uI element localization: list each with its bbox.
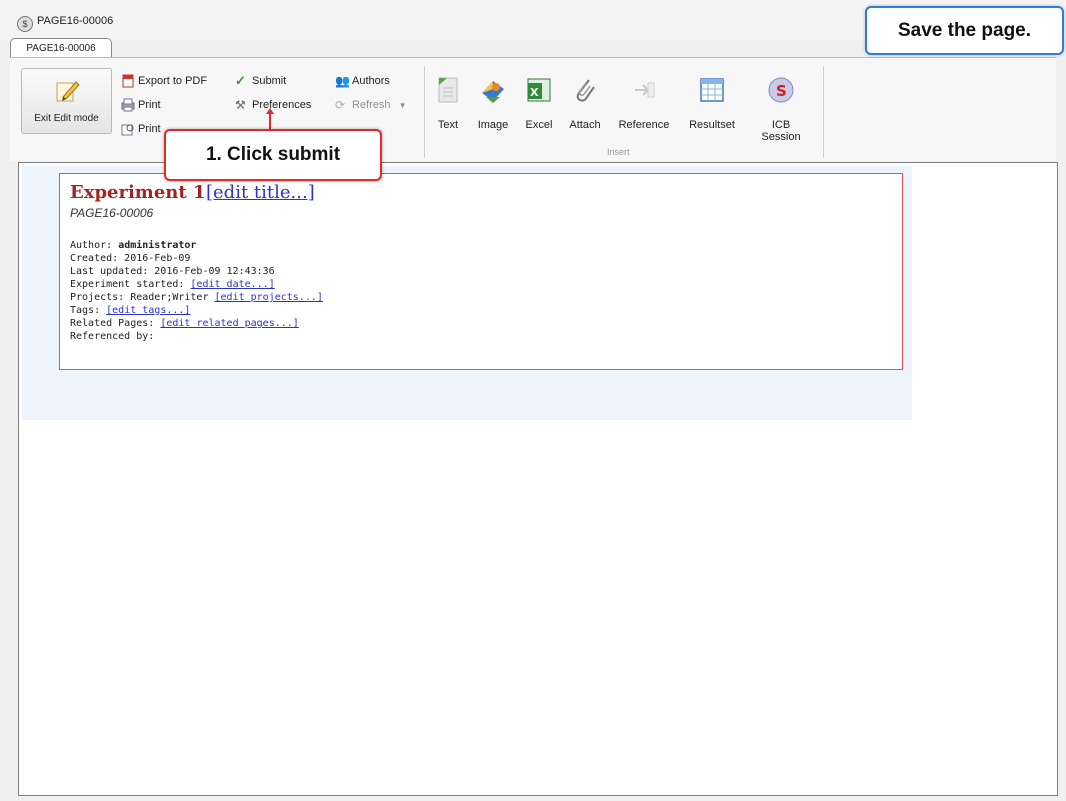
print-button[interactable]: Print	[121, 98, 161, 114]
submit-button[interactable]: ✓ Submit	[235, 74, 286, 90]
referenced-by-line: Referenced by:	[70, 331, 155, 342]
insert-icb-session-button[interactable]: S ICB Session	[751, 75, 811, 143]
page-title: Experiment 1	[70, 182, 206, 203]
application-window: $ PAGE16-00006 PAGE16-00006 Exit Edit mo…	[0, 0, 1066, 801]
insert-group-label: Insert	[607, 147, 630, 157]
paperclip-icon	[576, 79, 595, 102]
created-line: Created: 2016-Feb-09	[70, 253, 191, 264]
insert-attach-button[interactable]: Attach	[555, 75, 615, 135]
author-value: administrator	[118, 240, 197, 251]
pencil-paper-icon	[56, 81, 80, 102]
authors-icon: 👥	[335, 74, 350, 88]
pdf-icon	[122, 74, 134, 88]
text-icon	[438, 77, 458, 103]
svg-text:X: X	[530, 86, 539, 99]
window-title: PAGE16-00006	[37, 15, 114, 27]
goal-callout: Save the page.	[865, 6, 1064, 55]
check-icon: ✓	[235, 73, 246, 88]
authors-button[interactable]: 👥 Authors	[335, 74, 390, 90]
exit-edit-mode-label: Exit Edit mode	[34, 113, 99, 124]
print-options-button[interactable]: Print	[121, 122, 161, 138]
author-line: Author: administrator	[70, 240, 197, 251]
app-icon: $	[17, 16, 33, 32]
refresh-button[interactable]: ⟳ Refresh ▼	[335, 98, 407, 114]
refresh-icon: ⟳	[335, 98, 346, 112]
icb-session-icon: S	[768, 77, 794, 103]
ribbon-separator-end	[823, 66, 824, 158]
projects-line: Projects: Reader;Writer [edit projects..…	[70, 292, 323, 303]
insert-reference-button[interactable]: Reference	[614, 75, 674, 135]
last-updated-line: Last updated: 2016-Feb-09 12:43:36	[70, 266, 275, 277]
image-icon	[482, 81, 504, 103]
wrench-icon: ⚒	[235, 98, 246, 112]
step-callout: 1. Click submit	[164, 129, 382, 181]
export-pdf-button[interactable]: Export to PDF	[121, 74, 207, 90]
tab-page[interactable]: PAGE16-00006	[10, 38, 112, 58]
page-id: PAGE16-00006	[70, 206, 154, 220]
excel-icon: X	[527, 78, 551, 102]
edit-date-link[interactable]: [edit date...]	[190, 279, 274, 290]
printer-icon	[121, 98, 135, 112]
edit-title-link[interactable]: [edit title...]	[206, 182, 315, 203]
table-icon	[700, 78, 724, 102]
related-pages-line: Related Pages: [edit related pages...]	[70, 318, 299, 329]
arrow-up-icon	[266, 108, 274, 130]
edit-projects-link[interactable]: [edit projects...]	[215, 292, 323, 303]
edit-related-pages-link[interactable]: [edit related pages...]	[160, 318, 298, 329]
exit-edit-mode-button[interactable]: Exit Edit mode	[21, 68, 112, 134]
insert-resultset-button[interactable]: Resultset	[682, 75, 742, 135]
svg-text:S: S	[776, 82, 787, 100]
edit-tags-link[interactable]: [edit tags...]	[106, 305, 190, 316]
chevron-down-icon[interactable]: ▼	[399, 101, 407, 110]
print-preview-icon	[121, 124, 134, 136]
experiment-started-line: Experiment started: [edit date...]	[70, 279, 275, 290]
tags-line: Tags: [edit tags...]	[70, 305, 191, 316]
reference-icon	[635, 82, 655, 98]
